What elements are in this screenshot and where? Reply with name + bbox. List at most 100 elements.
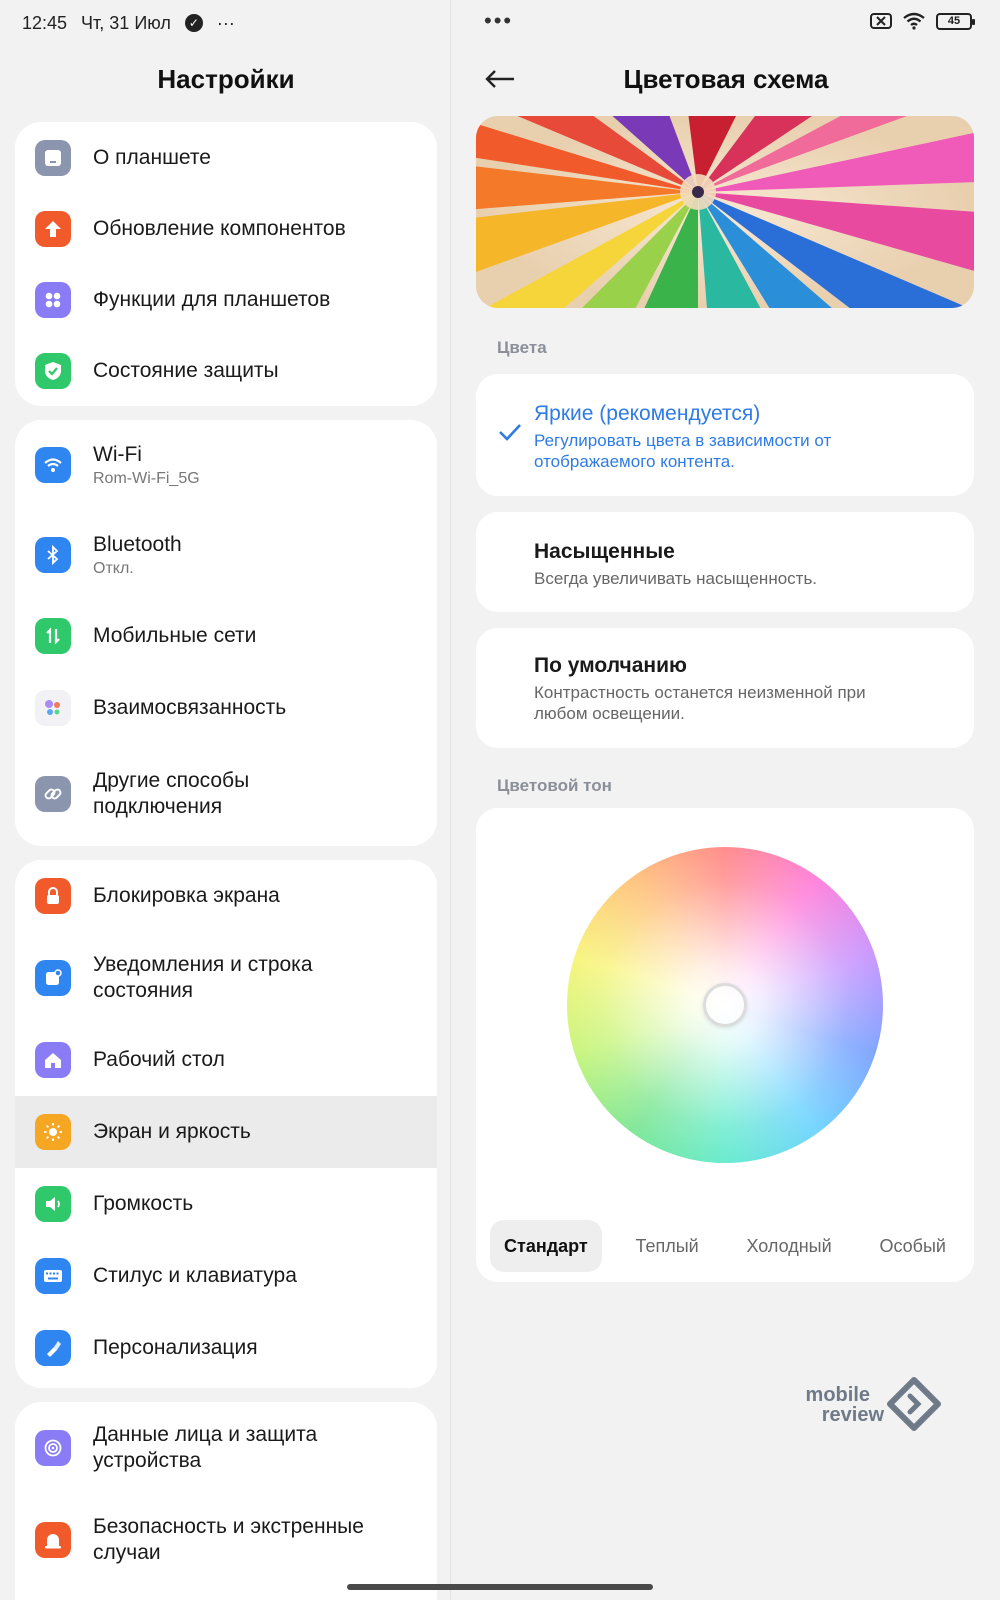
sidebar-item-personalization[interactable]: Персонализация (15, 1312, 437, 1384)
item-label: Громкость (93, 1192, 194, 1215)
sidebar-item-wifi[interactable]: Wi-Fi Rom-Wi-Fi_5G (15, 420, 437, 510)
sim-off-icon (870, 13, 892, 29)
sidebar-item-protection[interactable]: Состояние защиты (15, 335, 437, 406)
color-wheel[interactable] (567, 847, 883, 1163)
item-label: Мобильные сети (93, 624, 257, 647)
sidebar-item-home-screen[interactable]: Рабочий стол (15, 1024, 437, 1096)
sidebar-item-notifications[interactable]: Уведомления и строка состояния (15, 932, 437, 1024)
brush-icon (35, 1330, 71, 1366)
sidebar-item-other-connections[interactable]: Другие способы подключения (15, 744, 437, 844)
sun-icon (35, 1114, 71, 1150)
watermark-line2: review (821, 1404, 884, 1426)
item-label: Данные лица и защита (93, 1423, 318, 1446)
emergency-icon (35, 1522, 71, 1558)
option-title: По умолчанию (534, 654, 687, 677)
option-default[interactable]: По умолчанию Контрастность останется неи… (476, 628, 974, 748)
item-label: Wi-Fi (93, 443, 142, 466)
item-label: Экран и яркость (93, 1120, 251, 1143)
tone-tabs: Стандарт Теплый Холодный Особый (490, 1220, 960, 1272)
item-label: Взаимосвязанность (93, 696, 287, 719)
settings-group-security: Данные лица и защита устройства Безопасн… (15, 1402, 437, 1600)
pane-divider[interactable] (450, 0, 451, 1600)
settings-title: Настройки (157, 64, 295, 94)
option-desc-line1: Регулировать цвета в зависимости от (534, 431, 832, 450)
sidebar-item-volume[interactable]: Громкость (15, 1168, 437, 1240)
status-bar-right: 45 (870, 12, 975, 30)
page-title: Цветовая схема (623, 64, 829, 94)
sidebar-item-bluetooth[interactable]: Bluetooth Откл. (15, 510, 437, 600)
option-title: Насыщенные (534, 540, 675, 563)
speaker-icon (35, 1186, 71, 1222)
battery-level: 45 (947, 15, 961, 27)
sidebar-item-emergency[interactable]: Безопасность и экстренные случаи (15, 1494, 437, 1586)
wifi-status-icon (903, 12, 925, 30)
option-desc-line1: Контрастность останется неизменной при (534, 683, 866, 702)
item-label: Уведомления и строка (93, 953, 313, 976)
item-label-line2: подключения (93, 795, 223, 818)
tone-tab-warm[interactable]: Теплый (621, 1220, 712, 1272)
sidebar-item-lock-screen[interactable]: Блокировка экрана (15, 860, 437, 932)
item-label-line2: состояния (93, 979, 194, 1002)
tone-tab-cold[interactable]: Холодный (733, 1220, 846, 1272)
settings-group-connectivity: Wi-Fi Rom-Wi-Fi_5G Bluetooth Откл. Мобил… (15, 420, 437, 846)
checkmark-icon (499, 424, 521, 441)
sidebar-item-face-data[interactable]: Данные лица и защита устройства (15, 1402, 437, 1494)
item-label: Bluetooth (93, 533, 182, 556)
option-desc-line1: Всегда увеличивать насыщенность. (534, 569, 818, 588)
home-icon (35, 1042, 71, 1078)
item-label: Рабочий стол (93, 1048, 225, 1071)
link-icon (35, 776, 71, 812)
face-id-icon (35, 1430, 71, 1466)
sidebar-item-about[interactable]: О планшете (15, 122, 437, 193)
option-saturated[interactable]: Насыщенные Всегда увеличивать насыщеннос… (476, 512, 974, 612)
sidebar-item-display-brightness[interactable]: Экран и яркость (15, 1096, 437, 1168)
tone-tab-custom[interactable]: Особый (865, 1220, 960, 1272)
bluetooth-icon (35, 537, 71, 573)
item-label: Персонализация (93, 1336, 258, 1359)
watermark-logo-icon (887, 1377, 941, 1431)
option-desc-line2: любом освещении. (534, 704, 685, 723)
bluetooth-status: Откл. (93, 560, 134, 577)
mobile-review-watermark: mobile review (792, 1377, 942, 1444)
sidebar-item-mobile-networks[interactable]: Мобильные сети (15, 600, 437, 672)
sidebar-item-tablet-features[interactable]: Функции для планшетов (15, 264, 437, 335)
sidebar-item-stylus-keyboard[interactable]: Стилус и клавиатура (15, 1240, 437, 1312)
item-label: Состояние защиты (93, 358, 279, 382)
shield-check-icon (35, 352, 71, 389)
option-title: Яркие (рекомендуется) (534, 402, 761, 425)
window-handle-dots[interactable]: ••• (484, 10, 513, 32)
colors-section-label: Цвета (497, 338, 547, 357)
wifi-icon (35, 447, 71, 483)
settings-pane: Настройки О планшете Обновление компонен… (0, 0, 450, 1600)
settings-group-device: О планшете Обновление компонентов Функци… (15, 122, 437, 406)
battery-icon: 45 (936, 12, 975, 30)
interconnect-icon (35, 690, 71, 726)
item-label: Другие способы (93, 769, 250, 792)
item-label: Безопасность и экстренные (93, 1515, 364, 1538)
sidebar-item-updates[interactable]: Обновление компонентов (15, 193, 437, 264)
wifi-network-name: Rom-Wi-Fi_5G (93, 470, 200, 487)
item-label-line2: случаи (93, 1541, 161, 1564)
item-label: Обновление компонентов (93, 216, 346, 240)
home-indicator[interactable] (347, 1584, 653, 1590)
mobile-data-icon (35, 618, 71, 654)
settings-group-display: Блокировка экрана Уведомления и строка с… (15, 860, 437, 1388)
grid-icon (35, 281, 71, 318)
color-wheel-handle[interactable] (703, 983, 747, 1027)
option-desc: Всегда увеличивать насыщенность. (534, 568, 954, 589)
tablet-icon (35, 139, 71, 176)
option-desc: Контрастность останется неизменной при л… (534, 682, 954, 724)
option-vivid[interactable]: Яркие (рекомендуется) Регулировать цвета… (476, 374, 974, 496)
color-pencils-banner (476, 116, 974, 308)
sidebar-item-interconnect[interactable]: Взаимосвязанность (15, 672, 437, 744)
notification-icon (35, 960, 71, 996)
lock-icon (35, 878, 71, 914)
keyboard-icon (35, 1258, 71, 1294)
tone-tab-standard[interactable]: Стандарт (490, 1220, 602, 1272)
option-desc: Регулировать цвета в зависимости от отоб… (534, 430, 954, 472)
item-label: О планшете (93, 145, 211, 169)
item-label: Функции для планшетов (93, 287, 331, 311)
color-tone-card: Стандарт Теплый Холодный Особый (476, 808, 974, 1282)
update-arrow-icon (35, 210, 71, 247)
item-label-line2: устройства (93, 1449, 202, 1472)
